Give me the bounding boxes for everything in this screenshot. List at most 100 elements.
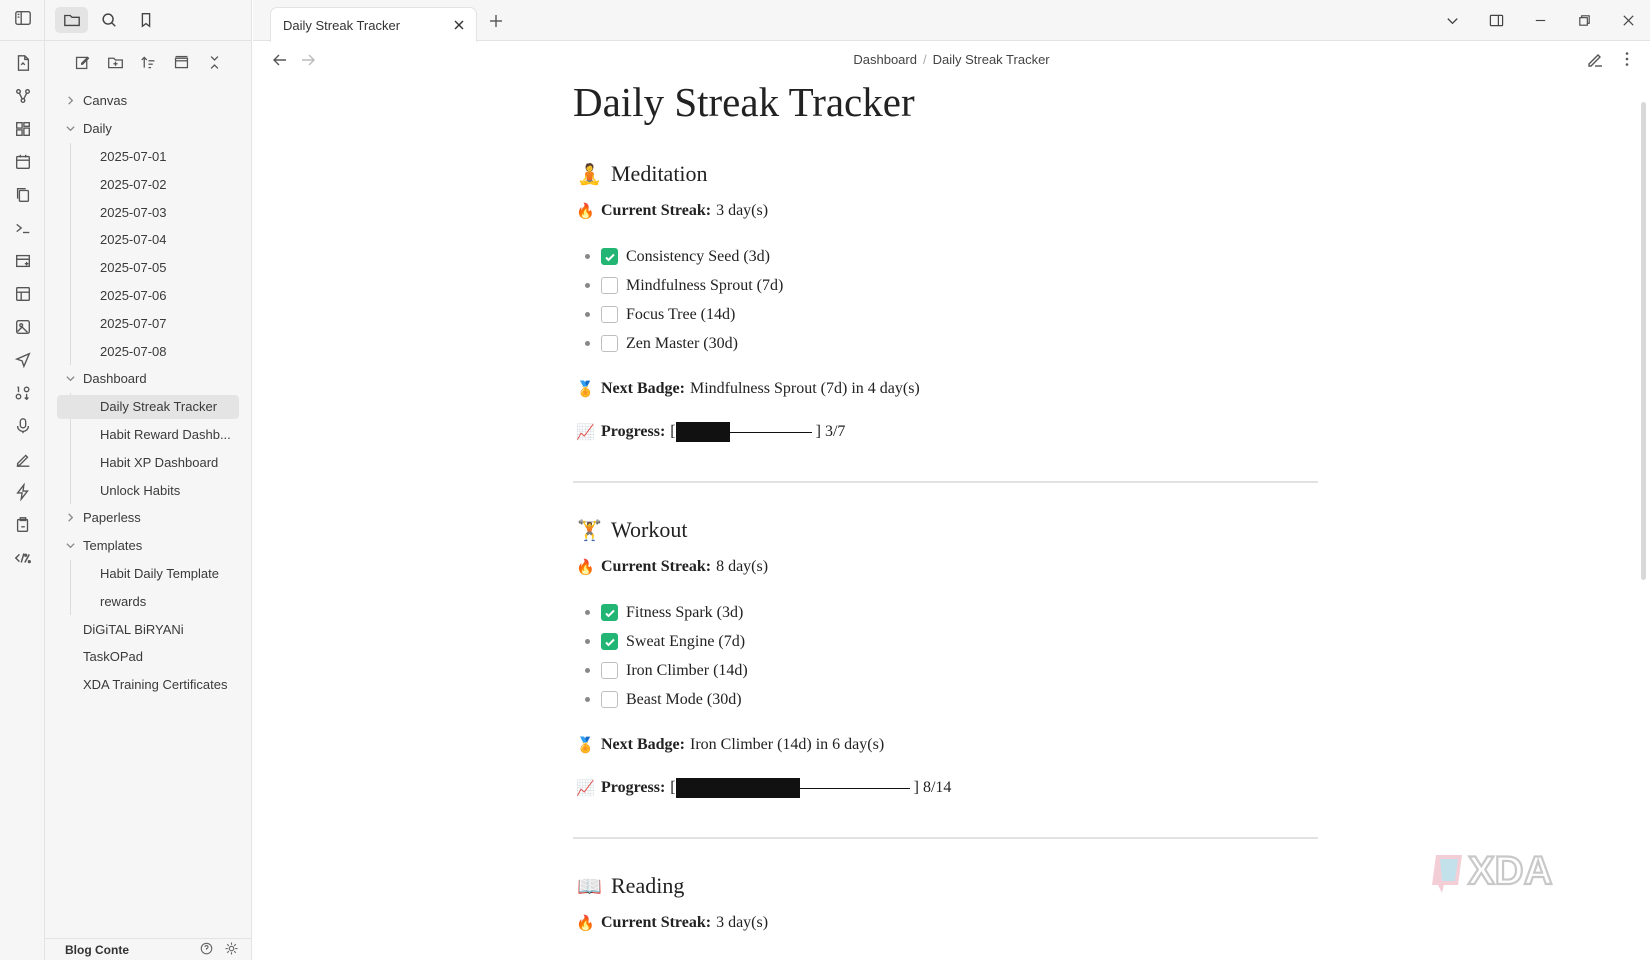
habit-section-reading: 📖 Reading 🔥 Current Streak: 3 day(s) (573, 871, 1318, 934)
progress-bracket-close: ] (815, 423, 825, 440)
edit-mode-pencil-icon[interactable] (1586, 50, 1604, 73)
export-pdf-icon[interactable] (0, 508, 45, 541)
fire-icon: 🔥 (576, 559, 595, 576)
close-tab-icon[interactable] (452, 18, 466, 32)
graph-view-icon[interactable] (0, 79, 45, 112)
file-rewards[interactable]: rewards (45, 587, 251, 615)
file-2025-07-04[interactable]: 2025-07-04 (45, 225, 251, 254)
search-tab-icon[interactable] (92, 7, 125, 33)
folder-paperless[interactable]: Paperless (45, 504, 251, 532)
calendar-icon[interactable] (0, 145, 45, 178)
badge-checkbox[interactable] (601, 335, 618, 352)
draw-pen-icon[interactable] (0, 442, 45, 475)
badge-list-item: Iron Climber (14d) (573, 656, 1318, 685)
breadcrumb-folder[interactable]: Dashboard (853, 52, 917, 67)
bullet-dot (585, 639, 590, 644)
xda-watermark-logo: XDA (1432, 848, 1554, 894)
scrollbar[interactable] (1641, 102, 1646, 580)
badge-checkbox[interactable] (601, 662, 618, 679)
current-streak-value: 3 day(s) (716, 202, 769, 219)
file-explorer-sidebar: Canvas Daily 2025-07-01 2025-07-02 2025-07-0… (45, 0, 252, 960)
note-title: Daily Streak Tracker (573, 79, 915, 125)
sort-order-icon[interactable] (136, 50, 161, 75)
file-2025-07-03[interactable]: 2025-07-03 (45, 198, 251, 226)
tree-item-label: Paperless (83, 510, 141, 526)
chevron-right-icon[interactable] (63, 511, 77, 525)
bookmarks-tab-icon[interactable] (129, 7, 162, 33)
progress-bar (675, 422, 812, 442)
badge-checkbox[interactable] (601, 306, 618, 323)
tree-item-label: Templates (83, 538, 143, 554)
file-2025-07-08[interactable]: 2025-07-08 (45, 337, 251, 365)
file-unlock-habits[interactable]: Unlock Habits (45, 476, 251, 504)
vault-switcher[interactable]: Blog Conte (45, 938, 251, 960)
lightning-icon[interactable] (0, 475, 45, 508)
image-gallery-icon[interactable] (0, 310, 45, 343)
file-habit-reward-dashb[interactable]: Habit Reward Dashb... (45, 420, 251, 449)
breadcrumb-file[interactable]: Daily Streak Tracker (933, 52, 1050, 67)
tree-item-label: Habit Daily Template (100, 565, 219, 581)
file-2025-07-01[interactable]: 2025-07-01 (45, 142, 251, 171)
microphone-icon[interactable] (0, 409, 45, 442)
new-folder-icon[interactable] (103, 50, 128, 75)
minimize-icon[interactable] (1518, 0, 1562, 41)
new-note-icon[interactable] (70, 50, 95, 75)
folder-daily[interactable]: Daily (45, 115, 251, 143)
new-tab-plus-icon[interactable] (487, 12, 505, 30)
tab-bar: Daily Streak Tracker (253, 0, 1650, 42)
more-options-icon[interactable] (1618, 50, 1636, 73)
file-2025-07-02[interactable]: 2025-07-02 (45, 170, 251, 198)
next-badge-value: Iron Climber (14d) in 6 day(s) (689, 736, 885, 753)
section-title: Reading (611, 873, 685, 898)
progress-bar-track (799, 787, 910, 789)
chevron-down-icon[interactable] (63, 539, 77, 553)
chevron-down-icon[interactable] (63, 122, 77, 136)
file-2025-07-07[interactable]: 2025-07-07 (45, 309, 251, 337)
auto-reveal-icon[interactable] (169, 50, 194, 75)
files-tab-folder-icon[interactable] (55, 7, 88, 33)
tree-item-label: Unlock Habits (100, 482, 181, 498)
chevron-right-icon[interactable] (63, 94, 77, 108)
file-habit-xp-dashboard[interactable]: Habit XP Dashboard (45, 448, 251, 476)
terminal-icon[interactable] (0, 211, 45, 244)
current-streak-label: Current Streak: (601, 914, 712, 931)
file-digital-biryani[interactable]: DiGiTAL BiRYANi (45, 615, 251, 643)
file-daily-streak-tracker[interactable]: Daily Streak Tracker (45, 392, 251, 421)
sort-numbers-icon[interactable] (0, 376, 45, 409)
file-2025-07-05[interactable]: 2025-07-05 (45, 253, 251, 282)
close-window-icon[interactable] (1606, 0, 1650, 41)
dashboard-grid-icon[interactable] (0, 112, 45, 145)
folder-templates[interactable]: Templates (45, 532, 251, 560)
file-xda-training-certificates[interactable]: XDA Training Certificates (45, 671, 251, 699)
badge-checkbox[interactable] (601, 604, 618, 621)
chevron-down-icon[interactable] (63, 372, 77, 386)
tree-item-label: 2025-07-06 (100, 287, 167, 303)
badge-checkbox[interactable] (601, 248, 618, 265)
new-database-icon[interactable] (0, 244, 45, 277)
tree-item-label: Daily Streak Tracker (100, 399, 218, 415)
file-habit-daily-template[interactable]: Habit Daily Template (45, 559, 251, 588)
send-icon[interactable] (0, 343, 45, 376)
progress-line: 📈 Progress:[] 3/7 (573, 421, 1318, 443)
help-icon[interactable] (199, 941, 214, 959)
next-badge-line: 🏅 Next Badge: Iron Climber (14d) in 6 day(… (573, 734, 1318, 756)
restore-window-icon[interactable] (1562, 0, 1606, 41)
copy-files-icon[interactable] (0, 178, 45, 211)
folder-dashboard[interactable]: Dashboard (45, 365, 251, 393)
badge-checkbox[interactable] (601, 277, 618, 294)
file-taskopad[interactable]: TaskOPad (45, 643, 251, 671)
open-quick-switcher-icon[interactable] (0, 46, 45, 79)
layout-icon[interactable] (0, 277, 45, 310)
tab-list-chevron-down-icon[interactable] (1430, 0, 1474, 41)
toggle-right-sidebar-icon[interactable] (1474, 0, 1518, 41)
templater-icon[interactable] (0, 541, 45, 574)
tree-item-label: Dashboard (83, 371, 147, 387)
file-2025-07-06[interactable]: 2025-07-06 (45, 281, 251, 310)
collapse-all-icon[interactable] (202, 50, 227, 75)
sidebar-toggle-icon[interactable] (14, 9, 32, 32)
tab-daily-streak-tracker[interactable]: Daily Streak Tracker (270, 7, 477, 42)
settings-gear-icon[interactable] (224, 941, 239, 959)
badge-checkbox[interactable] (601, 633, 618, 650)
badge-checkbox[interactable] (601, 691, 618, 708)
folder-canvas[interactable]: Canvas (45, 87, 251, 115)
